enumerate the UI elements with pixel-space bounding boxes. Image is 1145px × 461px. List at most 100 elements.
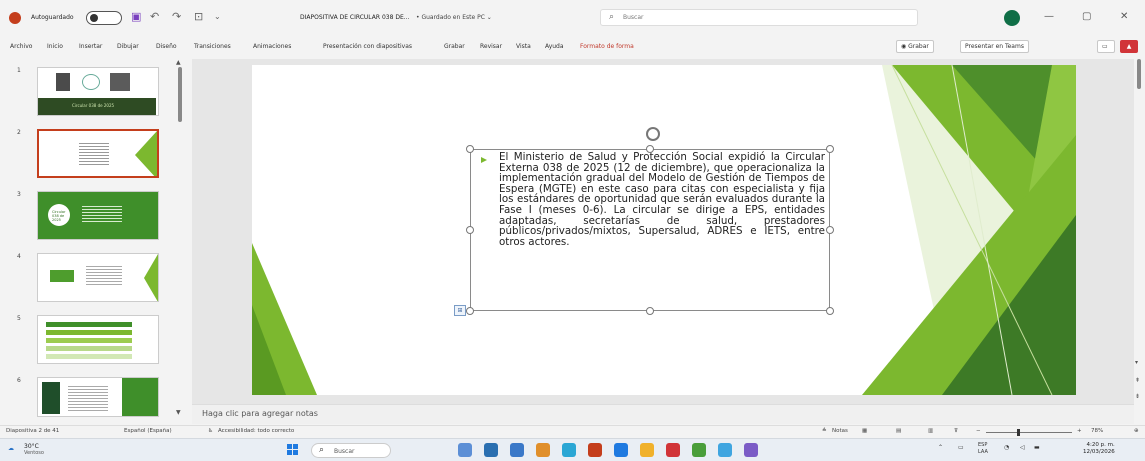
normal-view-icon[interactable]: ▦: [862, 428, 867, 434]
save-status[interactable]: • Guardado en Este PC ⌄: [416, 14, 492, 21]
rotate-handle[interactable]: [646, 127, 660, 141]
app-icon[interactable]: [510, 443, 524, 457]
zoom-level[interactable]: 78%: [1091, 428, 1103, 434]
slideshow-start-icon[interactable]: ⊡: [194, 11, 203, 23]
previous-slide-icon[interactable]: ⇞: [1135, 377, 1140, 384]
slide-sorter-icon[interactable]: ▤: [896, 428, 901, 434]
language-status[interactable]: Español (España): [124, 428, 172, 434]
tab-ayuda[interactable]: Ayuda: [545, 43, 564, 50]
resize-handle-t[interactable]: [646, 145, 654, 153]
present-in-teams-button[interactable]: Presentar en Teams: [960, 40, 1029, 53]
tab-inicio[interactable]: Inicio: [47, 43, 63, 50]
thumbnail-slide-2[interactable]: [37, 129, 159, 178]
avatar[interactable]: [1004, 10, 1020, 26]
scroll-up-arrow-icon[interactable]: ▲: [176, 59, 181, 66]
powerpoint-app-icon[interactable]: [588, 443, 602, 457]
save-icon[interactable]: ▣: [131, 11, 141, 23]
scrollbar-thumb[interactable]: [178, 67, 182, 122]
input-language[interactable]: ESP LAA: [978, 442, 988, 456]
notes-pane[interactable]: Haga clic para agregar notas: [192, 404, 1134, 424]
customize-qat-icon[interactable]: ⌄: [214, 11, 221, 23]
scroll-down-arrow-icon[interactable]: ▾: [1135, 359, 1138, 366]
accessibility-status[interactable]: Accesibilidad: todo correcto: [218, 428, 294, 434]
accessibility-icon[interactable]: ♿: [208, 428, 213, 434]
volume-icon[interactable]: ◁: [1020, 444, 1025, 451]
tab-transiciones[interactable]: Transiciones: [194, 43, 231, 50]
taskbar-search[interactable]: ⌕ Buscar: [311, 443, 391, 458]
notes-button[interactable]: Notas: [832, 428, 848, 434]
thumbnail-slide-5[interactable]: [37, 315, 159, 364]
fit-to-window-icon[interactable]: ⊕: [1134, 428, 1139, 434]
tab-insertar[interactable]: Insertar: [79, 43, 102, 50]
slide-2[interactable]: El Ministerio de Salud y Protección Soci…: [252, 65, 1076, 395]
edge-browser-icon[interactable]: [562, 443, 576, 457]
scrollbar-thumb[interactable]: [1137, 59, 1141, 89]
document-title[interactable]: DIAPOSITIVA DE CIRCULAR 038 DE...: [300, 14, 409, 21]
slideshow-icon[interactable]: ⊽: [954, 428, 958, 434]
zoom-in-icon[interactable]: +: [1077, 428, 1082, 434]
resize-handle-r[interactable]: [826, 226, 834, 234]
network-tray-icon[interactable]: ▭: [958, 444, 964, 451]
resize-handle-bl[interactable]: [466, 307, 474, 315]
close-button[interactable]: ✕: [1120, 11, 1128, 22]
thumbnail-slide-1[interactable]: Circular 038 de 2025: [37, 67, 159, 116]
task-view-icon[interactable]: [458, 443, 472, 457]
search-placeholder: Buscar: [623, 14, 644, 21]
layout-options-icon[interactable]: ⊞: [454, 305, 466, 316]
chrome-icon[interactable]: [692, 443, 706, 457]
tab-dibujar[interactable]: Dibujar: [117, 43, 139, 50]
notes-icon[interactable]: ≙: [822, 428, 827, 434]
tab-presentacion[interactable]: Presentación con diapositivas: [323, 43, 412, 50]
weather-icon[interactable]: ☁: [8, 445, 14, 452]
resize-handle-b[interactable]: [646, 307, 654, 315]
widgets-icon[interactable]: [484, 443, 498, 457]
resize-handle-l[interactable]: [466, 226, 474, 234]
tab-grabar[interactable]: Grabar: [444, 43, 465, 50]
thumbnail-slide-6[interactable]: [37, 377, 159, 417]
status-bar: Diapositiva 2 de 41 Español (España) ♿ A…: [0, 425, 1145, 438]
zoom-out-icon[interactable]: −: [976, 428, 981, 434]
tab-vista[interactable]: Vista: [516, 43, 531, 50]
maximize-button[interactable]: ▢: [1082, 11, 1091, 22]
autosave-toggle[interactable]: [86, 11, 122, 25]
tab-formato-de-forma[interactable]: Formato de forma: [580, 43, 634, 50]
redo-icon[interactable]: ↷: [172, 11, 181, 23]
body-text-box[interactable]: El Ministerio de Salud y Protección Soci…: [470, 149, 830, 311]
file-explorer-icon[interactable]: [536, 443, 550, 457]
reading-view-icon[interactable]: ▥: [928, 428, 933, 434]
tab-diseno[interactable]: Diseño: [156, 43, 177, 50]
scroll-down-arrow-icon[interactable]: ▼: [176, 409, 181, 416]
app-icon[interactable]: [614, 443, 628, 457]
thumbnail-slide-4[interactable]: [37, 253, 159, 302]
app-icon[interactable]: [666, 443, 680, 457]
undo-icon[interactable]: ↶: [150, 11, 159, 23]
slide-vertical-scrollbar[interactable]: ▾ ⇞ ⇟: [1134, 59, 1145, 424]
search-input[interactable]: ⌕ Buscar: [600, 9, 918, 26]
tab-archivo[interactable]: Archivo: [10, 43, 32, 50]
resize-handle-tl[interactable]: [466, 145, 474, 153]
chevron-up-icon[interactable]: ⌃: [938, 444, 943, 451]
tab-animaciones[interactable]: Animaciones: [253, 43, 291, 50]
share-button[interactable]: ▲: [1120, 40, 1138, 53]
tab-revisar[interactable]: Revisar: [480, 43, 502, 50]
next-slide-icon[interactable]: ⇟: [1135, 393, 1140, 400]
thumbnail-slide-3[interactable]: Circular 038 de 2025: [37, 191, 159, 240]
battery-icon[interactable]: ▬: [1034, 444, 1040, 451]
wifi-icon[interactable]: ◔: [1004, 444, 1009, 451]
minimize-button[interactable]: —: [1044, 11, 1054, 22]
zoom-slider[interactable]: [986, 429, 1072, 436]
resize-handle-tr[interactable]: [826, 145, 834, 153]
resize-handle-br[interactable]: [826, 307, 834, 315]
thumbnails-scrollbar[interactable]: ▲ ▼: [176, 59, 184, 417]
notes-placeholder[interactable]: Haga clic para agregar notas: [202, 409, 318, 418]
app-icon[interactable]: [718, 443, 732, 457]
system-clock[interactable]: 4:20 p. m. 12/03/2026: [1083, 442, 1115, 456]
app-icon[interactable]: [744, 443, 758, 457]
zoom-slider-knob[interactable]: [1017, 429, 1021, 436]
start-button-icon[interactable]: [287, 444, 299, 456]
app-icon[interactable]: [640, 443, 654, 457]
record-button[interactable]: ◉ Grabar: [896, 40, 934, 53]
body-text[interactable]: El Ministerio de Salud y Protección Soci…: [499, 152, 825, 247]
weather-widget[interactable]: 30°C Ventoso: [24, 443, 44, 456]
comment-icon[interactable]: ▭: [1097, 40, 1115, 53]
